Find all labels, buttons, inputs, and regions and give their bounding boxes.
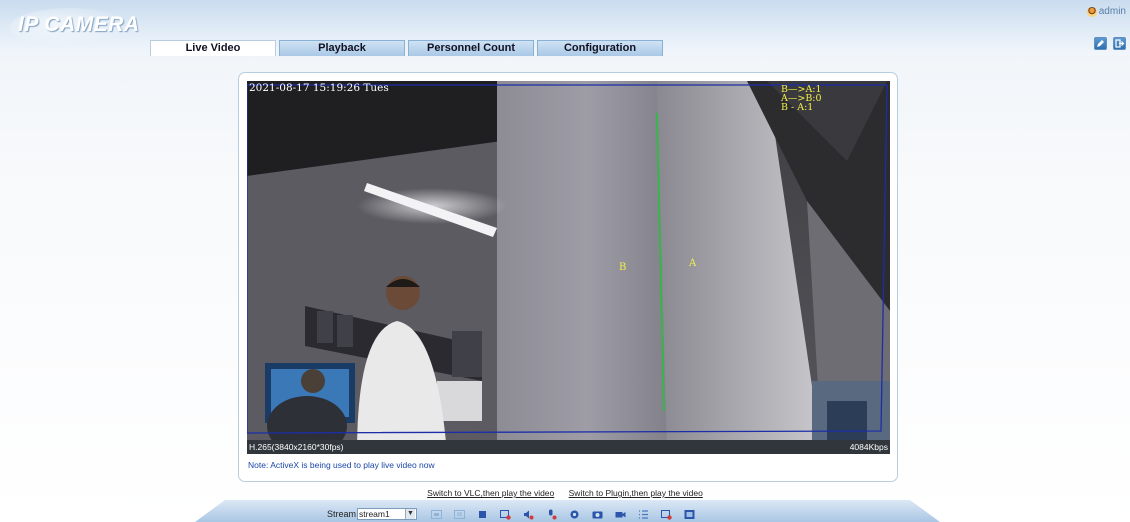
list-icon[interactable] <box>638 509 649 520</box>
line-label-a: A <box>689 258 697 269</box>
snapshot-icon[interactable] <box>592 509 603 520</box>
fullscreen-icon[interactable] <box>684 509 695 520</box>
tab-live-video[interactable]: Live Video <box>150 40 276 56</box>
talk-icon[interactable] <box>546 509 557 520</box>
chevron-down-icon: ▼ <box>405 509 416 519</box>
settings-icon[interactable] <box>569 509 580 520</box>
line-label-b: B <box>619 262 627 273</box>
live-video-view[interactable]: 2021-08-17 15:19:26 Tues B—>A:1 A—>B:0 B… <box>247 81 890 454</box>
original-size-icon[interactable] <box>454 509 466 520</box>
main-tabs: Live Video Playback Personnel Count Conf… <box>150 40 666 56</box>
stream-label: Stream <box>327 509 357 519</box>
stream-resolution: H.265(3840x2160*30fps) <box>249 442 344 452</box>
username: admin <box>1098 6 1126 17</box>
zoom-icon[interactable] <box>661 509 672 520</box>
tab-configuration[interactable]: Configuration <box>537 40 663 56</box>
activex-note: Note: ActiveX is being used to play live… <box>248 460 435 470</box>
camera-record-icon[interactable] <box>615 509 626 520</box>
logout-icon <box>1115 39 1125 48</box>
osd-counts: B—>A:1 A—>B:0 B - A:1 <box>781 85 822 113</box>
stream-bitrate: 4084Kbps <box>849 442 888 452</box>
user-icon <box>1086 6 1097 17</box>
edit-button[interactable] <box>1094 37 1107 50</box>
stream-select[interactable]: stream1 ▼ <box>357 508 418 520</box>
switch-vlc-link[interactable]: Switch to VLC,then play the video <box>427 488 554 498</box>
logout-button[interactable] <box>1113 37 1126 50</box>
tab-playback[interactable]: Playback <box>279 40 405 56</box>
video-toolbar-controls: Stream stream1 ▼ <box>327 506 701 522</box>
stop-icon[interactable] <box>477 509 488 520</box>
player-switch-links: Switch to VLC,then play the video Switch… <box>0 488 1130 498</box>
record-icon[interactable] <box>500 509 511 520</box>
stream-select-value: stream1 <box>359 509 390 519</box>
user-info[interactable]: admin <box>1086 6 1126 17</box>
osd-timestamp: 2021-08-17 15:19:26 Tues <box>249 82 389 94</box>
video-status-bar: H.265(3840x2160*30fps) 4084Kbps <box>247 440 890 454</box>
switch-plugin-link[interactable]: Switch to Plugin,then play the video <box>569 488 703 498</box>
camera-scene <box>247 81 890 454</box>
header-bar: IP CAMERA Live Video Playback Personnel … <box>0 0 1130 56</box>
audio-icon[interactable] <box>523 509 534 520</box>
count-net: B - A:1 <box>781 102 814 113</box>
edit-icon <box>1097 40 1104 47</box>
app-logo: IP CAMERA <box>18 13 140 36</box>
fit-window-icon[interactable] <box>431 509 443 520</box>
tab-personnel-count[interactable]: Personnel Count <box>408 40 534 56</box>
